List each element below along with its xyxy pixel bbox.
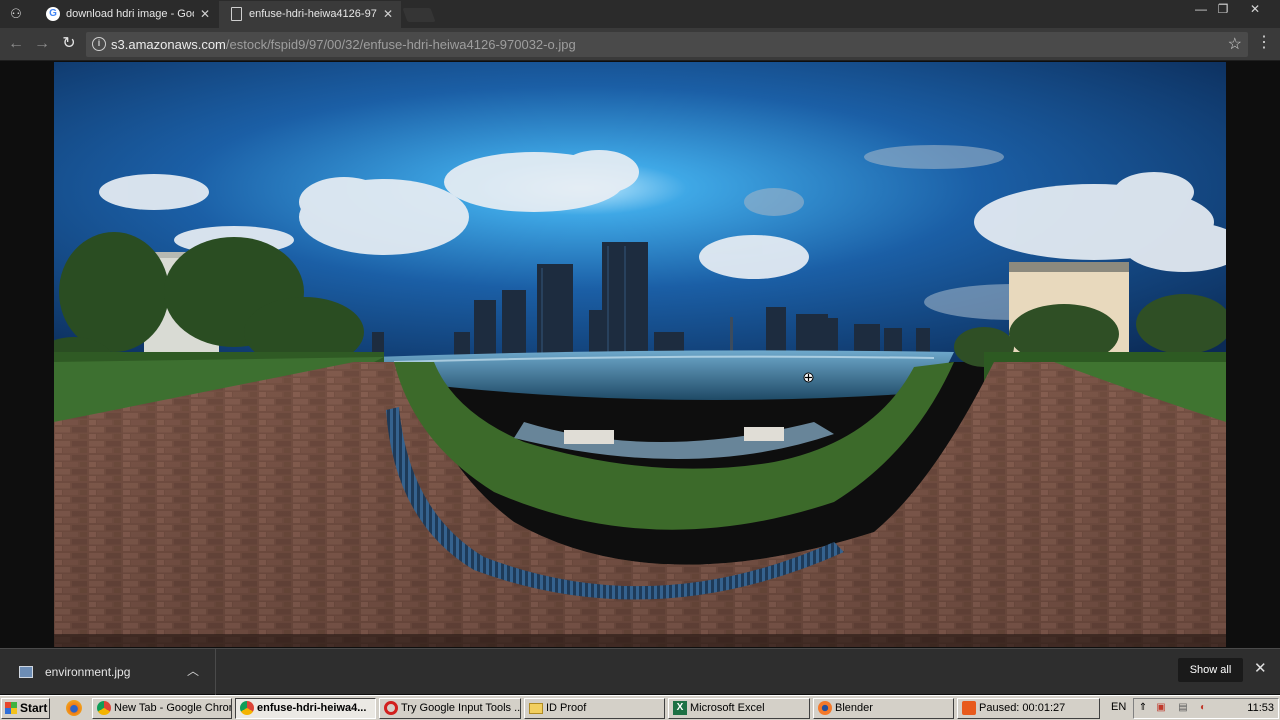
document-icon [231,7,242,21]
taskbar-item-label: Blender [835,702,873,714]
tab-strip: ⚇ G download hdri image - Goo ✕ enfuse-h… [0,0,1280,28]
page-viewport [0,62,1280,648]
taskbar-item-recorder[interactable]: Paused: 00:01:27 [957,698,1100,719]
monitor-icon[interactable]: ▤ [1177,702,1189,714]
back-button[interactable]: ← [5,33,27,55]
download-file-name[interactable]: environment.jpg [45,649,130,695]
download-item[interactable]: environment.jpg ︿ [0,649,216,695]
firefox-quicklaunch-icon[interactable] [66,700,82,716]
download-shelf: environment.jpg ︿ Show all ✕ [0,648,1280,695]
chrome-icon [97,701,111,715]
chrome-icon [240,701,254,715]
volume-icon[interactable]: ◐ [1197,702,1209,714]
browser-toolbar: ← → ↻ i s3.amazonaws.com/estock/fspid9/9… [0,28,1280,61]
taskbar-item-excel[interactable]: X Microsoft Excel [668,698,810,719]
excel-icon: X [673,701,687,715]
maximize-button[interactable]: ❐ [1210,0,1236,20]
blender-icon [818,701,832,715]
new-tab-button[interactable] [402,8,436,22]
incognito-icon: ⚇ [10,6,22,21]
tab-label: enfuse-hdri-heiwa4126-970 [249,8,377,20]
windows-taskbar: Start New Tab - Google Chrome enfuse-hdr… [0,695,1280,720]
browser-menu-icon[interactable]: ⋮ [1256,32,1272,56]
taskbar-item-new-tab[interactable]: New Tab - Google Chrome [92,698,232,719]
reload-button[interactable]: ↻ [58,33,80,55]
start-button[interactable]: Start [1,698,50,719]
windows-flag-icon [5,702,17,714]
close-shelf-icon[interactable]: ✕ [1254,659,1267,677]
taskbar-item-label: Paused: 00:01:27 [979,702,1066,714]
url-host: s3.amazonaws.com [111,37,226,52]
bookmark-star-icon[interactable]: ☆ [1228,34,1242,54]
start-label: Start [20,701,48,715]
url-path: /estock/fspid9/97/00/32/enfuse-hdri-heiw… [225,37,576,52]
taskbar-item-label: Try Google Input Tools ... [401,702,521,714]
tab-hdri-image[interactable]: enfuse-hdri-heiwa4126-970 ✕ [219,1,401,28]
tab-label: download hdri image - Goo [66,8,194,20]
url-text[interactable]: s3.amazonaws.com/estock/fspid9/97/00/32/… [111,32,576,57]
taskbar-item-label: Microsoft Excel [690,702,765,714]
taskbar-item-blender[interactable]: Blender [813,698,954,719]
network-icon[interactable]: ▣ [1155,702,1167,714]
chevron-up-icon[interactable]: ︿ [187,662,199,679]
system-tray: ⇑ ▣ ▤ ◐ 11:53 [1133,698,1279,719]
taskbar-item-google-input-tools[interactable]: Try Google Input Tools ... [379,698,521,719]
image-file-icon [19,666,33,678]
tray-expand-icon[interactable]: ⇑ [1137,702,1149,714]
language-indicator[interactable]: EN [1111,698,1126,717]
taskbar-item-label: enfuse-hdri-heiwa4... [257,702,367,714]
tab-close-icon[interactable]: ✕ [200,1,210,27]
forward-button[interactable]: → [31,33,53,55]
recorder-icon [962,701,976,715]
clock[interactable]: 11:53 [1247,699,1274,718]
taskbar-item-label: ID Proof [546,702,587,714]
google-icon: G [46,7,60,21]
info-icon[interactable]: i [92,37,106,51]
folder-icon [529,703,543,714]
hdri-panorama-image[interactable] [54,62,1226,647]
taskbar-item-label: New Tab - Google Chrome [114,702,232,714]
tab-google-search[interactable]: G download hdri image - Goo ✕ [36,1,218,28]
close-window-button[interactable]: ✕ [1242,0,1268,20]
show-all-button[interactable]: Show all [1178,658,1243,682]
taskbar-item-id-proof[interactable]: ID Proof [524,698,665,719]
opera-icon [384,701,398,715]
address-bar[interactable]: i s3.amazonaws.com/estock/fspid9/97/00/3… [86,32,1248,57]
taskbar-item-hdri[interactable]: enfuse-hdri-heiwa4... [235,698,376,719]
move-cursor-icon [803,372,814,383]
tab-close-icon[interactable]: ✕ [383,1,393,27]
